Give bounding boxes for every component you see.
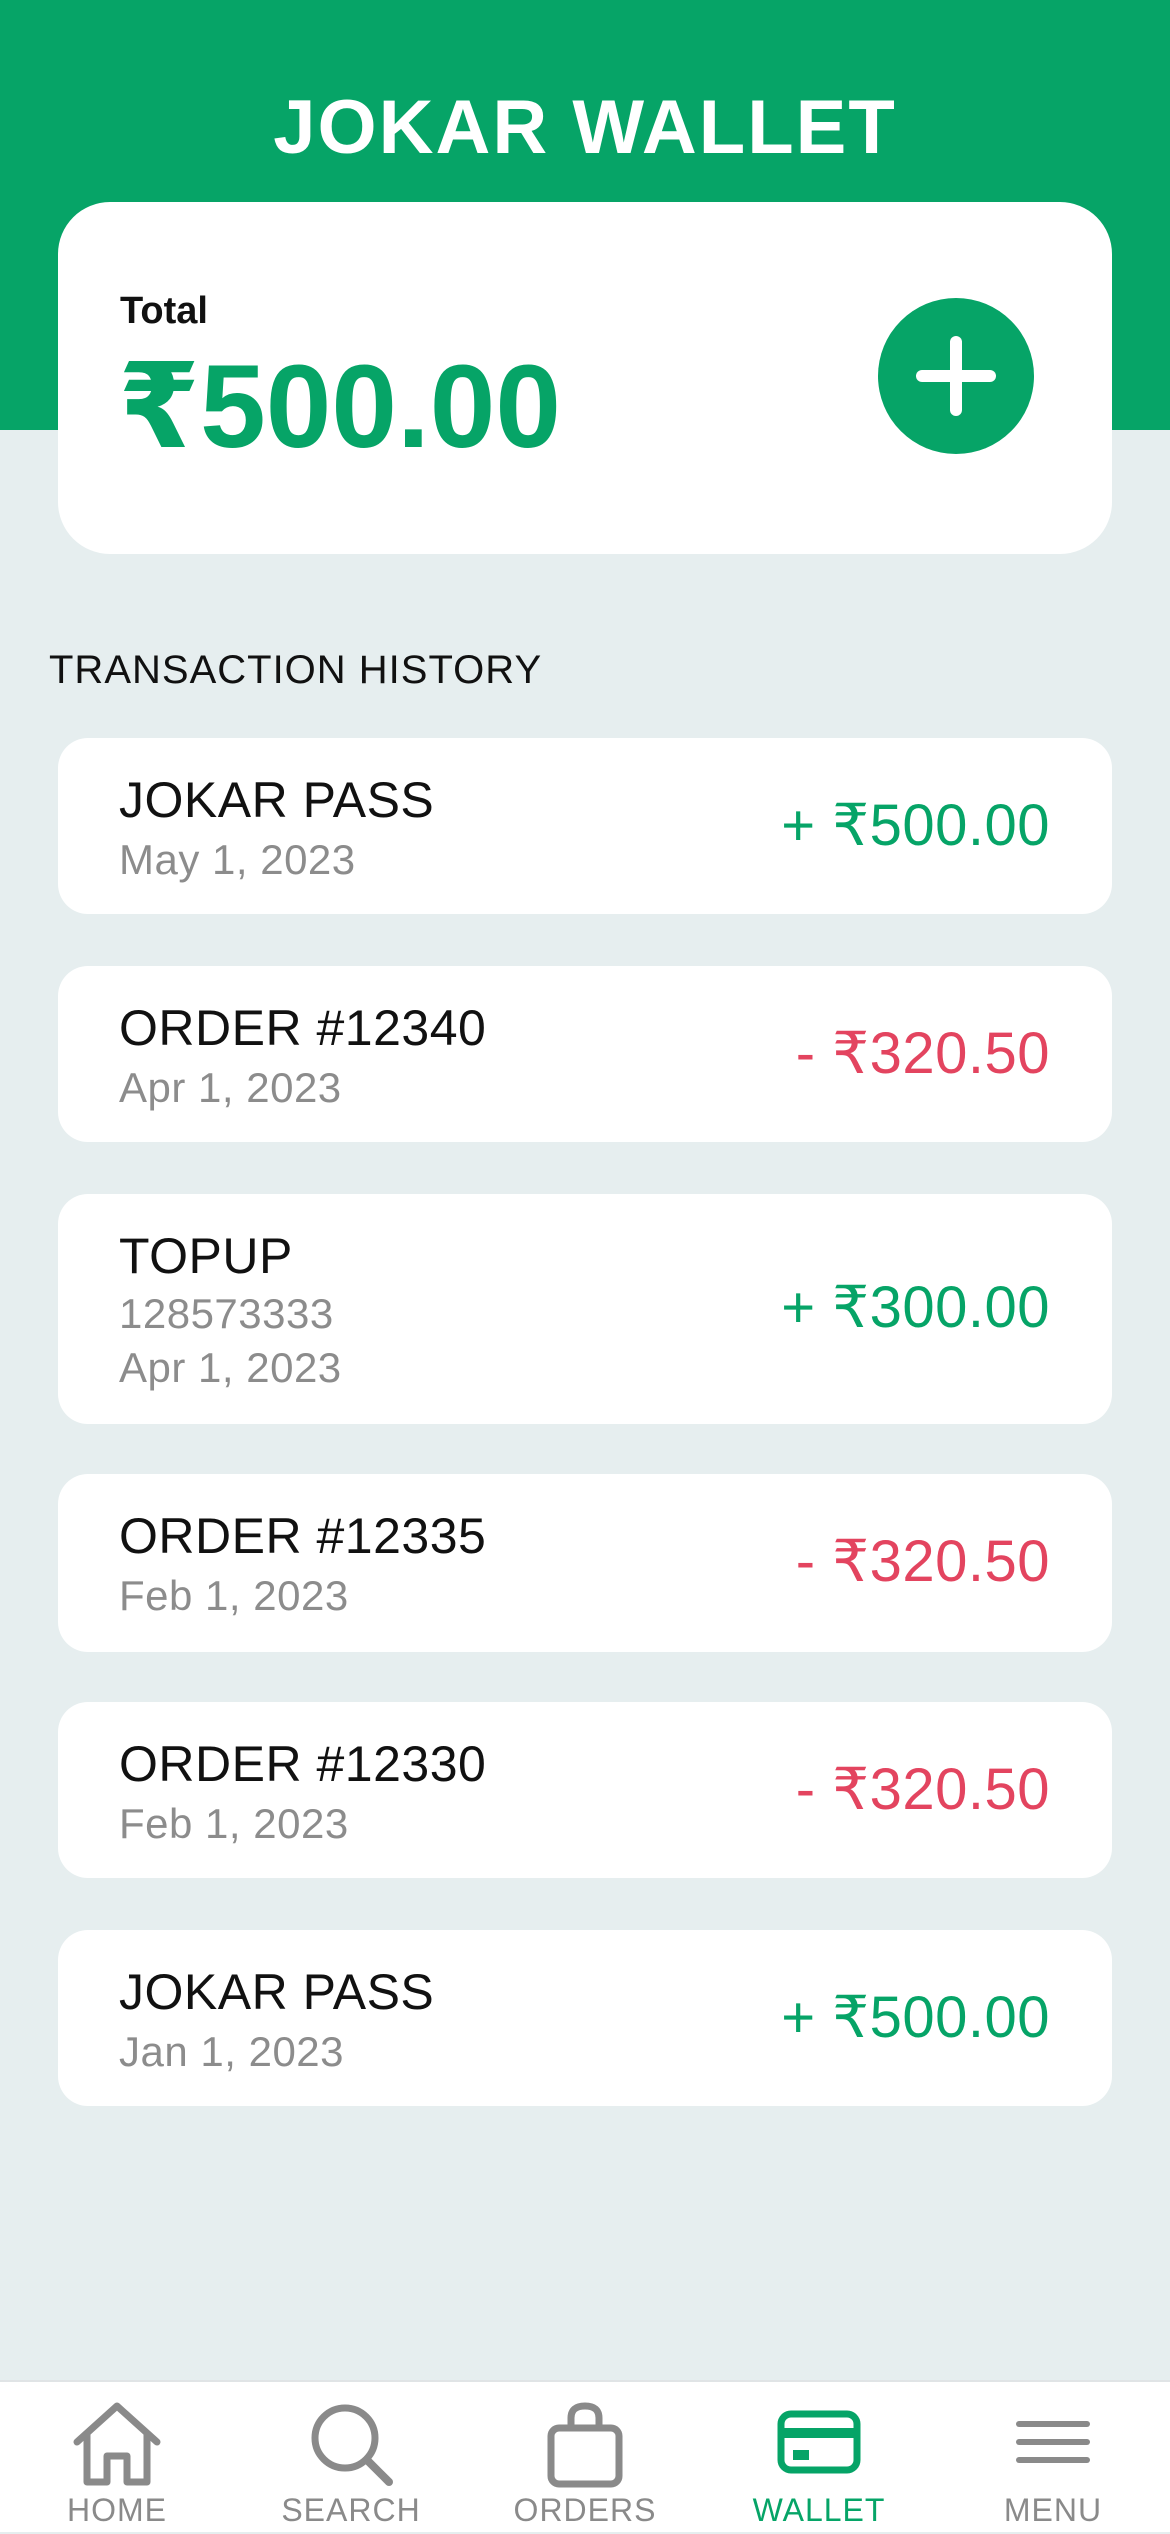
bottom-tab-bar: HOME SEARCH ORDERS WALLET MENU	[0, 2380, 1170, 2532]
add-funds-button[interactable]	[878, 298, 1034, 454]
transaction-title: TOPUP	[119, 1228, 293, 1284]
transaction-reference: 128573333	[119, 1290, 334, 1337]
transaction-item[interactable]: ORDER #12340 Apr 1, 2023 - ₹320.50	[58, 966, 1112, 1142]
transaction-date: Feb 1, 2023	[119, 1800, 349, 1847]
transaction-item[interactable]: TOPUP 128573333 Apr 1, 2023 + ₹300.00	[58, 1194, 1112, 1424]
tab-label-search: SEARCH	[281, 2492, 421, 2528]
tab-search[interactable]: SEARCH	[234, 2382, 468, 2534]
transaction-amount: + ₹500.00	[781, 1985, 1050, 2050]
balance-label: Total	[120, 290, 208, 332]
tab-label-orders: ORDERS	[513, 2492, 657, 2528]
transaction-amount: - ₹320.50	[795, 1021, 1050, 1086]
plus-icon	[916, 336, 996, 416]
transaction-title: ORDER #12335	[119, 1508, 487, 1564]
transaction-item[interactable]: JOKAR PASS Jan 1, 2023 + ₹500.00	[58, 1930, 1112, 2106]
tab-label-menu: MENU	[1003, 2492, 1103, 2528]
transaction-amount: + ₹300.00	[781, 1275, 1050, 1340]
transaction-date: Feb 1, 2023	[119, 1572, 349, 1619]
home-icon	[73, 2402, 161, 2486]
transaction-amount: + ₹500.00	[781, 793, 1050, 858]
tab-home[interactable]: HOME	[0, 2382, 234, 2534]
tab-wallet[interactable]: WALLET	[702, 2382, 936, 2534]
balance-amount: ₹500.00	[118, 341, 562, 473]
transaction-date: May 1, 2023	[119, 836, 356, 883]
transaction-title: JOKAR PASS	[119, 772, 435, 828]
wallet-card-icon	[777, 2410, 861, 2474]
hamburger-menu-icon	[1016, 2421, 1090, 2463]
tab-label-home: HOME	[67, 2492, 167, 2528]
transaction-item[interactable]: JOKAR PASS May 1, 2023 + ₹500.00	[58, 738, 1112, 914]
transaction-title: ORDER #12340	[119, 1000, 487, 1056]
transaction-item[interactable]: ORDER #12335 Feb 1, 2023 - ₹320.50	[58, 1474, 1112, 1652]
transaction-title: JOKAR PASS	[119, 1964, 435, 2020]
transaction-item[interactable]: ORDER #12330 Feb 1, 2023 - ₹320.50	[58, 1702, 1112, 1878]
transaction-date: Jan 1, 2023	[119, 2028, 345, 2075]
transaction-title: ORDER #12330	[119, 1736, 487, 1792]
transaction-date: Apr 1, 2023	[119, 1344, 342, 1391]
tab-menu[interactable]: MENU	[936, 2382, 1170, 2534]
transaction-amount: - ₹320.50	[795, 1757, 1050, 1822]
tab-label-wallet: WALLET	[752, 2492, 886, 2528]
search-icon	[311, 2404, 393, 2486]
transaction-date: Apr 1, 2023	[119, 1064, 342, 1111]
page-title: JOKAR WALLET	[273, 85, 897, 170]
tab-orders[interactable]: ORDERS	[468, 2382, 702, 2534]
transaction-amount: - ₹320.50	[795, 1529, 1050, 1594]
shopping-bag-icon	[547, 2402, 623, 2488]
transaction-history-heading: TRANSACTION HISTORY	[49, 648, 543, 692]
balance-card: Total ₹500.00	[58, 202, 1112, 554]
